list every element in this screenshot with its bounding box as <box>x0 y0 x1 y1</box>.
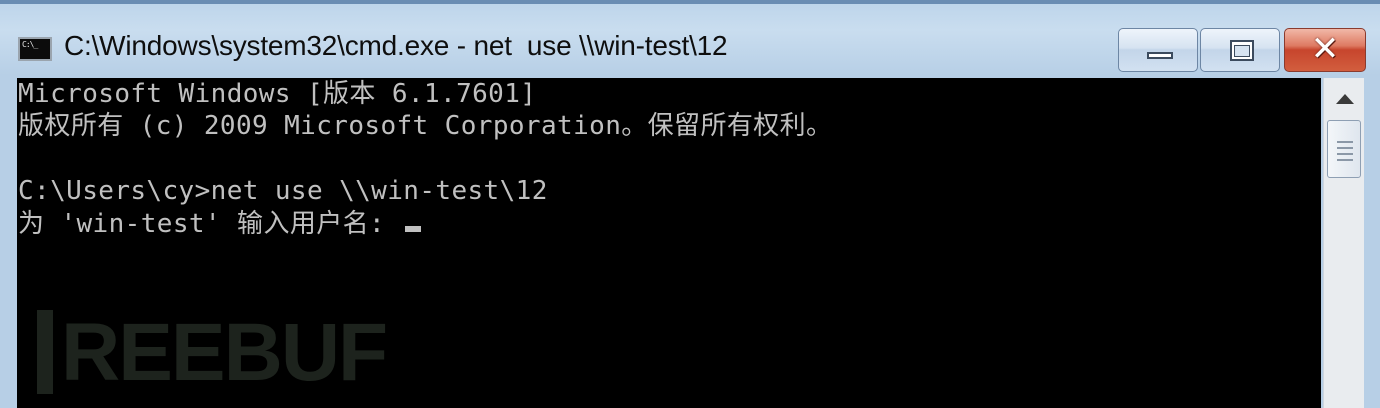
watermark-logo-bar <box>37 310 53 394</box>
minimize-icon <box>1147 52 1173 59</box>
scroll-up-arrow-icon[interactable] <box>1326 80 1362 118</box>
maximize-icon <box>1230 40 1254 61</box>
thumb-grip-line <box>1337 141 1353 143</box>
title-bar[interactable]: C:\Windows\system32\cmd.exe - net use \\… <box>0 4 1380 76</box>
console-line-copyright: 版权所有 (c) 2009 Microsoft Corporation。保留所有… <box>18 111 833 141</box>
vertical-scrollbar[interactable] <box>1323 78 1364 408</box>
close-button[interactable]: ✕ <box>1284 28 1366 72</box>
thumb-grip-line <box>1337 159 1353 161</box>
close-icon: ✕ <box>1310 29 1340 69</box>
console-line-prompt[interactable]: 为 'win-test' 输入用户名: <box>18 208 422 240</box>
console-output[interactable]: REEBUF Microsoft Windows [版本 6.1.7601] 版… <box>17 78 1321 408</box>
text-cursor <box>405 226 422 232</box>
watermark-text: REEBUF <box>61 307 388 398</box>
console-line-command: C:\Users\cy>net use \\win-test\12 <box>18 176 548 206</box>
console-line-version: Microsoft Windows [版本 6.1.7601] <box>18 79 537 109</box>
cmd-icon[interactable] <box>18 37 52 61</box>
scroll-thumb[interactable] <box>1327 120 1361 178</box>
cmd-window: C:\Windows\system32\cmd.exe - net use \\… <box>0 0 1380 408</box>
maximize-button[interactable] <box>1200 28 1280 72</box>
window-title: C:\Windows\system32\cmd.exe - net use \\… <box>64 30 728 61</box>
thumb-grip-line <box>1337 153 1353 155</box>
minimize-button[interactable] <box>1118 28 1198 72</box>
thumb-grip-line <box>1337 147 1353 149</box>
prompt-text: 为 'win-test' 输入用户名: <box>18 209 402 239</box>
